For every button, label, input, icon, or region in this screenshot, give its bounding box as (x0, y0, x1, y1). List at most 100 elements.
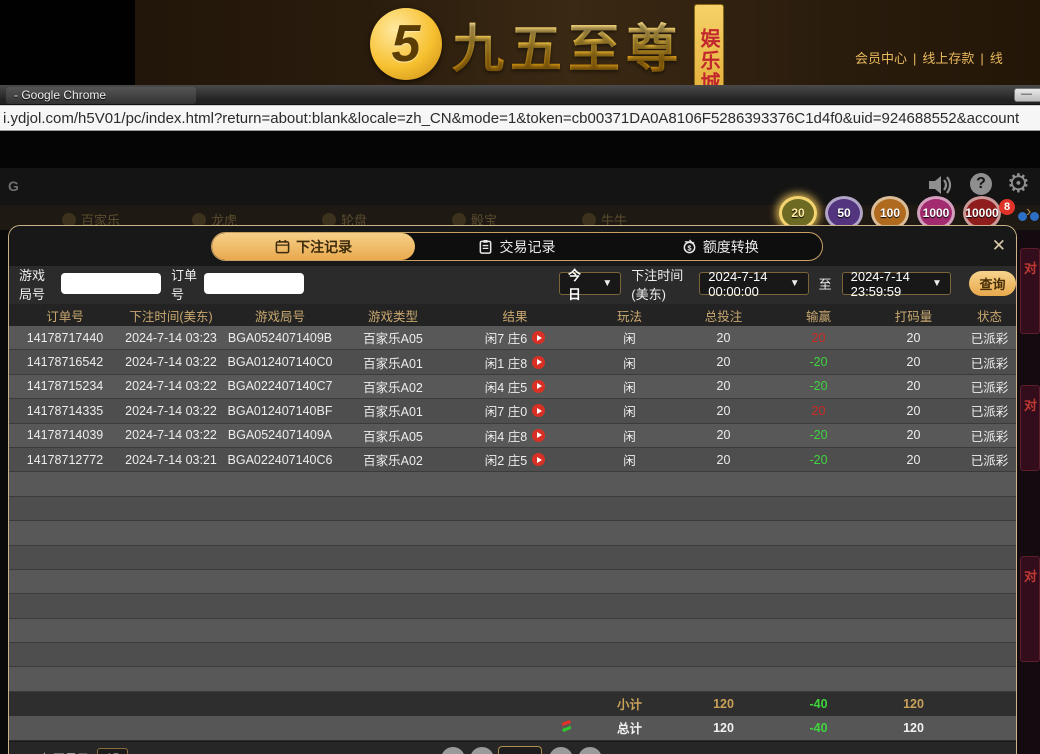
svg-text:$: $ (687, 243, 692, 252)
nav-separator: | (980, 51, 983, 66)
date-range-value: 今日 (568, 265, 584, 303)
help-icon[interactable]: ? (970, 173, 992, 195)
swap-refresh-icon[interactable] (561, 721, 577, 735)
bg-pair-label: 对 (1024, 258, 1037, 277)
date-from-select[interactable]: 2024-7-14 00:00:00 ▼ (699, 272, 808, 295)
sum-cell (447, 716, 583, 740)
cell-bet: 20 (676, 326, 771, 349)
page-number-box[interactable] (498, 746, 542, 754)
next-page-button[interactable]: › (549, 747, 573, 754)
table-row: 141787165422024-7-14 03:22BGA012407140C0… (9, 350, 1017, 374)
cell-winloss: -20 (771, 448, 866, 471)
cell-time: 2024-7-14 03:21 (121, 448, 221, 471)
notification-badge: 8 (999, 199, 1015, 215)
sum-cell (9, 692, 121, 716)
pagination-footer: 每页显示 15 « ‹ › » (9, 741, 1016, 754)
cell-type: 百家乐A01 (339, 399, 447, 422)
date-to-select[interactable]: 2024-7-14 23:59:59 ▼ (842, 272, 951, 295)
cell-play: 闲 (583, 326, 676, 349)
cell-round: BGA022407140C6 (221, 448, 339, 471)
chips-next-arrow[interactable]: › (1026, 203, 1031, 221)
cell-order: 14178715234 (9, 375, 121, 398)
per-page-select[interactable]: 15 (97, 748, 128, 754)
tab-label: 下注记录 (296, 237, 352, 257)
sum-cell (339, 692, 447, 716)
replay-play-button[interactable] (532, 404, 545, 417)
cell-type: 百家乐A01 (339, 350, 447, 373)
window-title: - Google Chrome (6, 87, 196, 104)
table-row: 141787152342024-7-14 03:22BGA022407140C7… (9, 375, 1017, 399)
indicator-dot (1030, 212, 1039, 221)
order-label: 订单号 (171, 265, 198, 303)
cell-time: 2024-7-14 03:22 (121, 375, 221, 398)
per-page-control: 每页显示 15 (41, 748, 128, 754)
replay-play-button[interactable] (532, 453, 545, 466)
cell-round: BGA022407140C7 (221, 375, 339, 398)
nav-separator: | (913, 51, 916, 66)
cell-result: 闲7 庄6 (447, 326, 583, 349)
close-icon[interactable]: ✕ (992, 236, 1006, 256)
cell-result: 闲2 庄5 (447, 448, 583, 471)
cell-bet: 20 (676, 448, 771, 471)
sum-cell (961, 716, 1017, 740)
last-page-button[interactable]: » (578, 747, 602, 754)
result-text: 闲4 庄5 (485, 377, 527, 396)
cell-winloss: 20 (771, 326, 866, 349)
sum-label: 小计 (583, 692, 676, 716)
sum-cell (447, 692, 583, 716)
minimize-button[interactable]: — (1014, 88, 1040, 102)
cell-turnover: 20 (866, 326, 961, 349)
column-header: 打码量 (866, 304, 961, 326)
cell-result: 闲7 庄0 (447, 399, 583, 422)
bet-time-label: 下注时间(美东) (631, 265, 691, 303)
tab-bet-records[interactable]: 下注记录 (212, 233, 415, 260)
tab-quota-transfer[interactable]: $ 额度转换 (619, 233, 822, 260)
speaker-icon[interactable] (926, 172, 952, 198)
gear-icon[interactable]: ⚙ (1007, 170, 1030, 196)
cell-type: 百家乐A05 (339, 424, 447, 447)
cell-turnover: 20 (866, 375, 961, 398)
empty-row (9, 497, 1017, 521)
cell-order: 14178712772 (9, 448, 121, 471)
search-button[interactable]: 查询 (969, 271, 1016, 296)
cell-winloss: -20 (771, 350, 866, 373)
total-row: 总计120-40120 (9, 716, 1017, 740)
cell-round: BGA0524071409A (221, 424, 339, 447)
cell-bet: 20 (676, 399, 771, 422)
cell-result: 闲1 庄8 (447, 350, 583, 373)
site-logo: 5 九五至尊 娱乐城 (370, 4, 724, 84)
nav-link[interactable]: 线上存款 (922, 51, 974, 66)
order-input[interactable] (204, 273, 304, 294)
replay-play-button[interactable] (532, 380, 545, 393)
sum-cell (121, 692, 221, 716)
nav-link[interactable]: 线 (990, 51, 1003, 66)
tab-transaction-records[interactable]: 交易记录 (415, 233, 618, 260)
cell-order: 14178714335 (9, 399, 121, 422)
subtotal-row: 小计120-40120 (9, 692, 1017, 716)
cell-time: 2024-7-14 03:23 (121, 326, 221, 349)
cell-time: 2024-7-14 03:22 (121, 399, 221, 422)
table-body: 141787174402024-7-14 03:23BGA0524071409B… (9, 326, 1017, 692)
prev-page-button[interactable]: ‹ (470, 747, 494, 754)
first-page-button[interactable]: « (441, 747, 465, 754)
cell-round: BGA0524071409B (221, 326, 339, 349)
url-bar[interactable]: i.ydjol.com/h5V01/pc/index.html?return=a… (0, 105, 1040, 131)
cell-winloss: 20 (771, 399, 866, 422)
nav-link[interactable]: 会员中心 (855, 51, 907, 66)
replay-play-button[interactable] (532, 429, 545, 442)
empty-row (9, 472, 1017, 496)
cell-turnover: 20 (866, 424, 961, 447)
date-range-select[interactable]: 今日 ▼ (559, 272, 621, 295)
sum-cell (221, 692, 339, 716)
cell-bet: 20 (676, 424, 771, 447)
cell-time: 2024-7-14 03:22 (121, 424, 221, 447)
cell-order: 14178716542 (9, 350, 121, 373)
tab-label: 额度转换 (703, 237, 759, 257)
empty-row (9, 643, 1017, 667)
cell-round: BGA012407140BF (221, 399, 339, 422)
game-round-input[interactable] (61, 273, 161, 294)
cell-result: 闲4 庄5 (447, 375, 583, 398)
empty-row (9, 521, 1017, 545)
replay-play-button[interactable] (532, 331, 545, 344)
replay-play-button[interactable] (532, 356, 545, 369)
